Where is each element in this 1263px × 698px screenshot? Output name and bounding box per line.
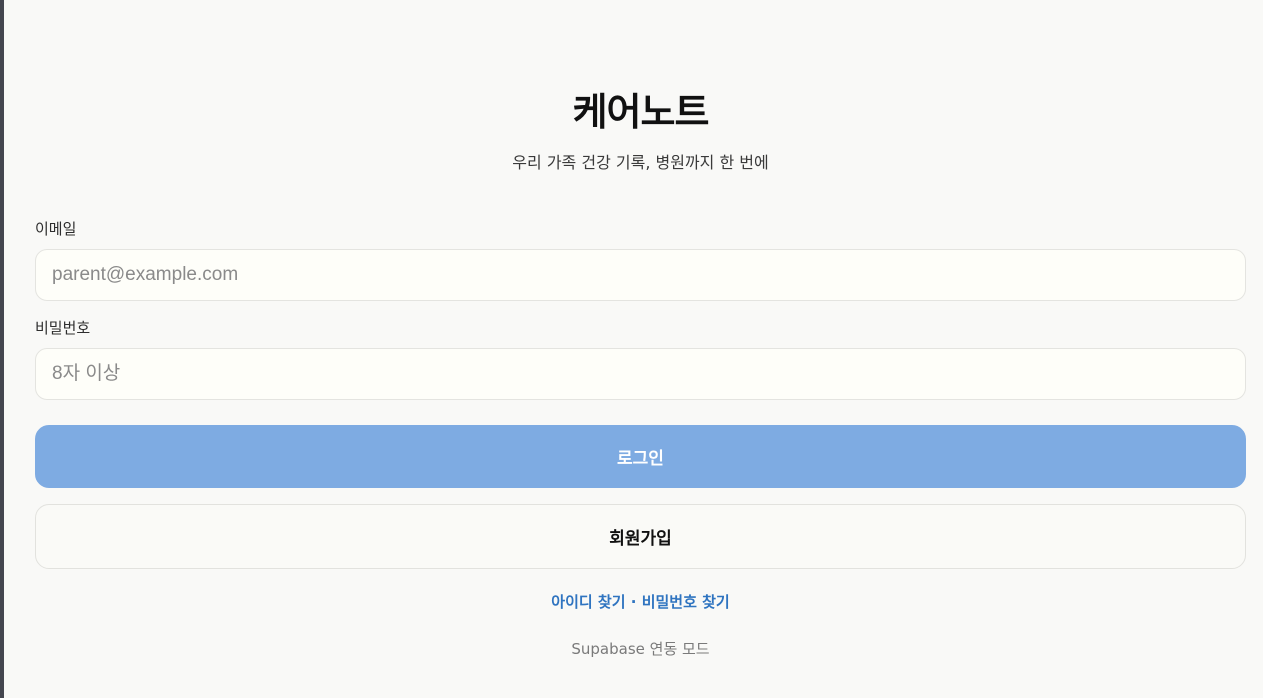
find-password-link[interactable]: 비밀번호 찾기 <box>642 593 730 611</box>
link-separator: · <box>630 593 637 611</box>
login-button[interactable]: 로그인 <box>35 425 1246 488</box>
app-subtitle: 우리 가족 건강 기록, 병원까지 한 번에 <box>512 153 769 172</box>
app-title: 케어노트 <box>572 90 710 134</box>
signup-button[interactable]: 회원가입 <box>35 504 1246 569</box>
password-input[interactable] <box>35 348 1246 400</box>
connection-mode-text: Supabase 연동 모드 <box>571 640 710 658</box>
email-input[interactable] <box>35 249 1246 301</box>
find-id-link[interactable]: 아이디 찾기 <box>551 593 625 611</box>
account-recovery-links: 아이디 찾기 · 비밀번호 찾기 <box>35 590 1246 614</box>
login-page: 케어노트 우리 가족 건강 기록, 병원까지 한 번에 이메일 비밀번호 로그인… <box>0 0 1263 698</box>
email-label: 이메일 <box>35 220 77 238</box>
password-label: 비밀번호 <box>35 319 91 337</box>
